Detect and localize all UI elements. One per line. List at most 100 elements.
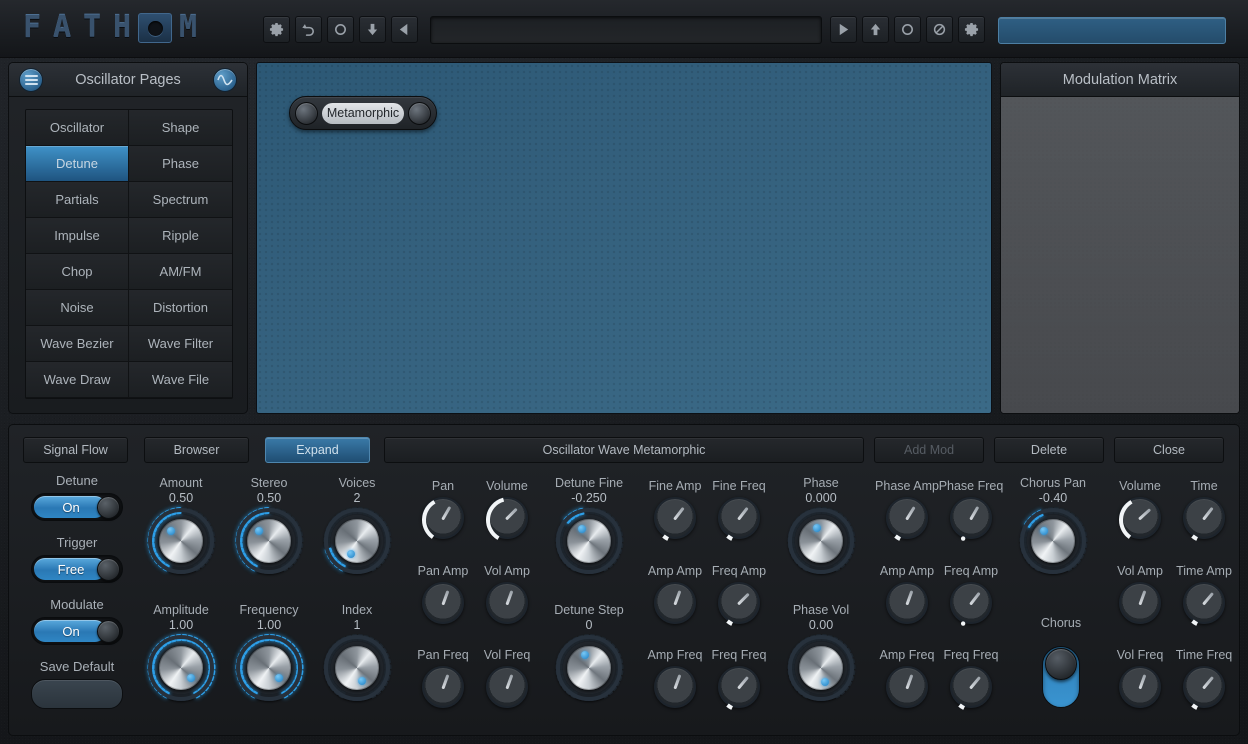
- knob-pan-amp[interactable]: Pan Amp: [406, 564, 480, 624]
- browser-button[interactable]: Browser: [144, 437, 249, 463]
- knob-dial[interactable]: [886, 666, 928, 708]
- knob-freq-amp[interactable]: Freq Amp: [702, 564, 776, 626]
- play-icon[interactable]: [830, 16, 857, 43]
- page-button-spectrum[interactable]: Spectrum: [129, 182, 232, 218]
- level-meter-panel[interactable]: [998, 17, 1226, 44]
- knob-freq-freq-2[interactable]: Freq Freq: [934, 648, 1008, 710]
- gear-icon[interactable]: [263, 16, 290, 43]
- knob-time-freq[interactable]: Time Freq: [1167, 648, 1241, 710]
- knob-phase-amp[interactable]: Phase Amp: [870, 479, 944, 541]
- knob-dial[interactable]: [718, 497, 760, 541]
- knob-dial[interactable]: [1119, 497, 1161, 539]
- page-button-impulse[interactable]: Impulse: [26, 218, 129, 254]
- toggle-detune[interactable]: On: [31, 493, 123, 521]
- page-button-detune[interactable]: Detune: [26, 146, 129, 182]
- knob-vol-amp[interactable]: Vol Amp: [470, 564, 544, 624]
- knob-dial[interactable]: [654, 497, 696, 541]
- knob-vol-freq[interactable]: Vol Freq: [470, 648, 544, 708]
- knob-dial[interactable]: [1018, 506, 1088, 574]
- expand-button[interactable]: Expand: [265, 437, 370, 463]
- knob-phase-freq[interactable]: Phase Freq: [934, 479, 1008, 541]
- knob-dial[interactable]: [786, 506, 856, 574]
- hamburger-icon[interactable]: [19, 68, 43, 92]
- knob-detune-fine[interactable]: Detune Fine -0.250: [541, 476, 637, 574]
- knob-frequency[interactable]: Frequency 1.00: [221, 603, 317, 701]
- knob-dial[interactable]: [1183, 666, 1225, 710]
- page-button-wave-file[interactable]: Wave File: [129, 362, 232, 398]
- knob-phase[interactable]: Phase 0.000: [773, 476, 869, 574]
- settings-icon[interactable]: [958, 16, 985, 43]
- page-button-wave-draw[interactable]: Wave Draw: [26, 362, 129, 398]
- knob-freq-amp-2[interactable]: Freq Amp: [934, 564, 1008, 626]
- close-button[interactable]: Close: [1114, 437, 1224, 463]
- knob-dial[interactable]: [554, 633, 624, 701]
- preset-name-field[interactable]: [430, 16, 822, 44]
- knob-dial[interactable]: [234, 633, 304, 701]
- knob-chorus-pan[interactable]: Chorus Pan -0.40: [1005, 476, 1101, 574]
- knob-dial[interactable]: [950, 666, 992, 710]
- toggle-trigger[interactable]: Free: [31, 555, 123, 583]
- page-button-ripple[interactable]: Ripple: [129, 218, 232, 254]
- knob-time[interactable]: Time: [1167, 479, 1241, 541]
- undo-icon[interactable]: [295, 16, 322, 43]
- page-button-wave-bezier[interactable]: Wave Bezier: [26, 326, 129, 362]
- knob-amp-freq[interactable]: Amp Freq: [638, 648, 712, 708]
- page-button-noise[interactable]: Noise: [26, 290, 129, 326]
- page-button-partials[interactable]: Partials: [26, 182, 129, 218]
- waveform-display[interactable]: Metamorphic: [256, 62, 992, 414]
- back-icon[interactable]: [391, 16, 418, 43]
- knob-pan-freq[interactable]: Pan Freq: [406, 648, 480, 708]
- knob-dial[interactable]: [422, 582, 464, 624]
- sine-wave-icon[interactable]: [213, 68, 237, 92]
- next-preset-knob[interactable]: [408, 101, 431, 125]
- knob-vol-amp-2[interactable]: Vol Amp: [1103, 564, 1177, 624]
- download-icon[interactable]: [359, 16, 386, 43]
- knob-fine-amp[interactable]: Fine Amp: [638, 479, 712, 541]
- toggle-knob[interactable]: [97, 558, 120, 581]
- knob-dial[interactable]: [422, 497, 464, 539]
- page-button-am-fm[interactable]: AM/FM: [129, 254, 232, 290]
- knob-dial[interactable]: [146, 506, 216, 574]
- toggle-modulate[interactable]: On: [31, 617, 123, 645]
- knob-index[interactable]: Index 1: [309, 603, 405, 701]
- save-default-button[interactable]: [31, 679, 123, 709]
- page-button-oscillator[interactable]: Oscillator: [26, 110, 129, 146]
- knob-dial[interactable]: [322, 633, 392, 701]
- knob-amp-freq-2[interactable]: Amp Freq: [870, 648, 944, 708]
- knob-dial[interactable]: [1183, 497, 1225, 541]
- page-button-distortion[interactable]: Distortion: [129, 290, 232, 326]
- knob-freq-freq[interactable]: Freq Freq: [702, 648, 776, 710]
- knob-dial[interactable]: [886, 582, 928, 624]
- page-button-phase[interactable]: Phase: [129, 146, 232, 182]
- delete-button[interactable]: Delete: [994, 437, 1104, 463]
- knob-dial[interactable]: [486, 582, 528, 624]
- record-icon[interactable]: [894, 16, 921, 43]
- knob-dial[interactable]: [554, 506, 624, 574]
- knob-amplitude[interactable]: Amplitude 1.00: [133, 603, 229, 701]
- knob-vol-freq-2[interactable]: Vol Freq: [1103, 648, 1177, 708]
- disable-icon[interactable]: [926, 16, 953, 43]
- chorus-toggle[interactable]: [1042, 646, 1080, 708]
- upload-icon[interactable]: [862, 16, 889, 43]
- knob-dial[interactable]: [654, 582, 696, 624]
- knob-fine-freq[interactable]: Fine Freq: [702, 479, 776, 541]
- knob-dial[interactable]: [950, 497, 992, 541]
- knob-amp-amp-2[interactable]: Amp Amp: [870, 564, 944, 624]
- toggle-knob[interactable]: [97, 620, 120, 643]
- knob-dial[interactable]: [718, 582, 760, 626]
- knob-stereo[interactable]: Stereo 0.50: [221, 476, 317, 574]
- knob-dial[interactable]: [422, 666, 464, 708]
- knob-dial[interactable]: [654, 666, 696, 708]
- signal-flow-button[interactable]: Signal Flow: [23, 437, 128, 463]
- knob-dial[interactable]: [146, 633, 216, 701]
- metamorphic-selector[interactable]: Metamorphic: [289, 96, 437, 130]
- page-button-wave-filter[interactable]: Wave Filter: [129, 326, 232, 362]
- prev-preset-knob[interactable]: [295, 101, 318, 125]
- knob-dial[interactable]: [886, 497, 928, 541]
- page-button-shape[interactable]: Shape: [129, 110, 232, 146]
- knob-dial[interactable]: [1119, 582, 1161, 624]
- modulation-matrix-list[interactable]: [1001, 97, 1239, 413]
- circle-icon[interactable]: [327, 16, 354, 43]
- knob-dial[interactable]: [950, 582, 992, 626]
- knob-voices[interactable]: Voices 2: [309, 476, 405, 574]
